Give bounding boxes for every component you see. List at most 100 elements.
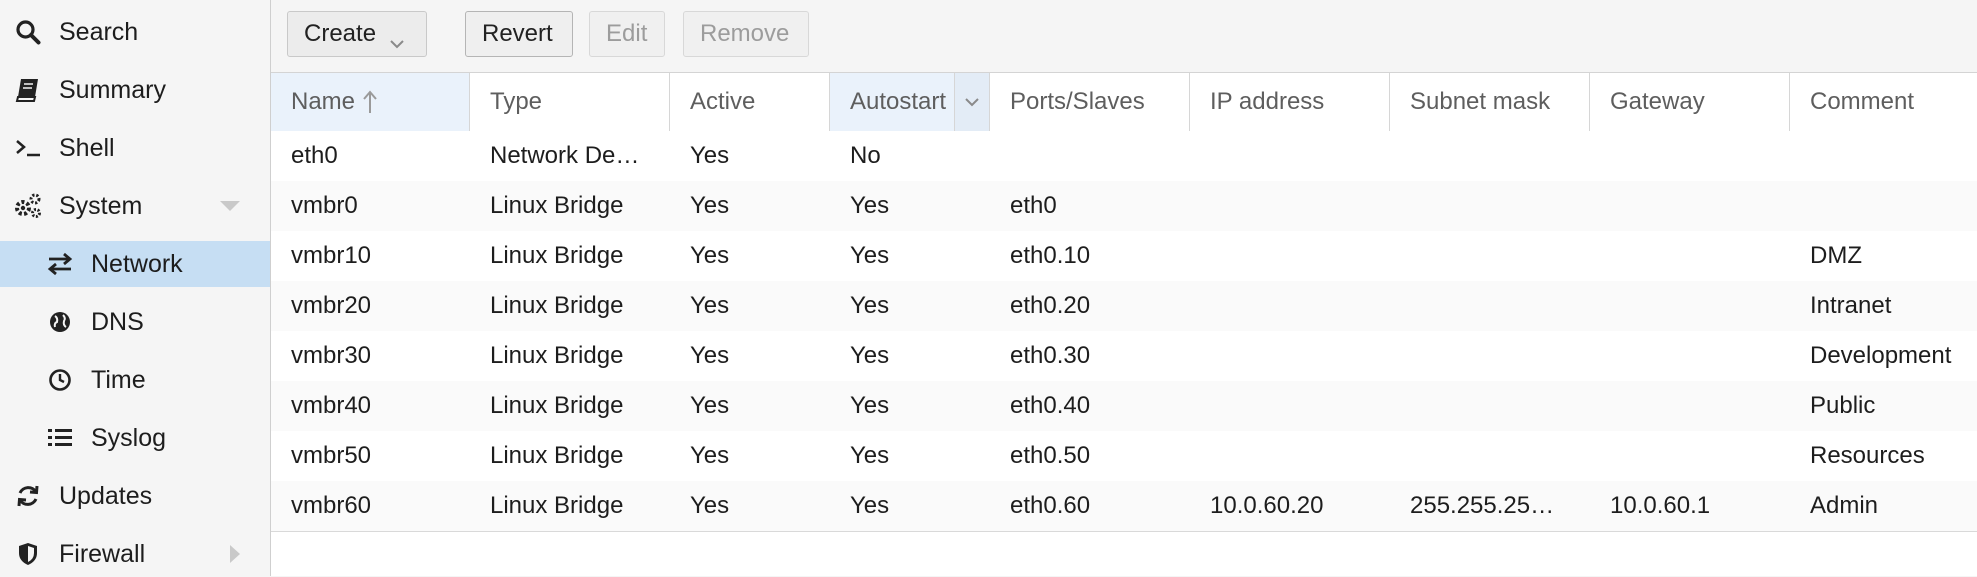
table-cell: Yes (690, 442, 730, 469)
table-cell: eth0.10 (1010, 242, 1091, 269)
column-header-label: Comment (1810, 88, 1915, 115)
table-row[interactable]: vmbr40 Linux Bridge Yes Yes eth0.40 Public (271, 381, 1977, 432)
sidebar-item-label: System (59, 191, 143, 220)
table-cell: vmbr10 (291, 242, 372, 269)
table-cell: 255.255.25… (1410, 492, 1555, 519)
revert-button[interactable]: Revert (465, 11, 573, 57)
table-cell: eth0 (291, 142, 338, 169)
table-row[interactable]: vmbr0 Linux Bridge Yes Yes eth0 (271, 181, 1977, 232)
column-header-name[interactable]: Name (271, 73, 470, 131)
table-cell: Yes (690, 392, 730, 419)
table-cell: 10.0.60.1 (1610, 492, 1711, 519)
table-cell: Yes (690, 342, 730, 369)
book-icon (13, 75, 43, 105)
sidebar-item-search[interactable]: Search (0, 9, 270, 55)
table-cell: Yes (850, 392, 890, 419)
sidebar-item-label: Summary (59, 75, 166, 104)
table-cell: eth0 (1010, 192, 1057, 219)
table-cell: Admin (1810, 492, 1879, 519)
table-cell (1590, 131, 1790, 181)
column-header-gateway[interactable]: Gateway (1590, 73, 1790, 131)
table-cell: Linux Bridge (490, 242, 624, 269)
app-window: Search Summary Shell System Network DNS … (0, 0, 1977, 576)
edit-button-label: Edit (606, 20, 648, 47)
table-row[interactable]: vmbr60 Linux Bridge Yes Yes eth0.60 10.0.60.2… (271, 481, 1977, 532)
table-cell: Intranet (1810, 292, 1892, 319)
column-header-label: Autostart (850, 88, 947, 115)
column-header-ip-address[interactable]: IP address (1190, 73, 1390, 131)
table-row[interactable]: vmbr10 Linux Bridge Yes Yes eth0.10 DMZ (271, 231, 1977, 282)
column-header-subnet-mask[interactable]: Subnet mask (1390, 73, 1590, 131)
table-cell (1390, 131, 1590, 181)
main-panel: Create Revert Edit Remove Name Type Acti… (271, 0, 1977, 576)
table-cell: Yes (850, 342, 890, 369)
sidebar-item-label: Updates (59, 481, 153, 510)
remove-button[interactable]: Remove (683, 11, 809, 57)
table-cell (1190, 431, 1390, 481)
terminal-icon (13, 133, 43, 163)
sidebar-item-shell[interactable]: Shell (0, 125, 270, 171)
table-cell (1390, 331, 1590, 381)
sidebar-item-updates[interactable]: Updates (0, 473, 270, 519)
table-cell: eth0.20 (1010, 292, 1091, 319)
table-cell: Yes (850, 442, 890, 469)
table-cell: Resources (1810, 442, 1925, 469)
sidebar-item-dns[interactable]: DNS (0, 299, 270, 345)
table-cell: Linux Bridge (490, 192, 624, 219)
table-cell: Yes (690, 242, 730, 269)
create-button-label: Create (304, 20, 377, 47)
table-row[interactable]: vmbr20 Linux Bridge Yes Yes eth0.20 Intranet (271, 281, 1977, 332)
table-cell: eth0.40 (1010, 392, 1091, 419)
search-icon (13, 17, 43, 47)
column-header-autostart[interactable]: Autostart (830, 73, 990, 131)
table-cell (1390, 181, 1590, 231)
table-cell (1390, 381, 1590, 431)
grid-header: Name Type Active Autostart Ports/Slaves … (271, 73, 1977, 132)
table-cell: vmbr40 (291, 392, 372, 419)
table-cell: eth0.50 (1010, 442, 1091, 469)
column-header-comment[interactable]: Comment (1790, 73, 1977, 131)
sidebar-item-label: Firewall (59, 539, 146, 568)
table-cell: Linux Bridge (490, 392, 624, 419)
column-header-label: Subnet mask (1410, 88, 1551, 115)
chevron-right-icon[interactable] (230, 545, 240, 563)
table-cell: vmbr0 (291, 192, 358, 219)
sidebar-item-summary[interactable]: Summary (0, 67, 270, 113)
table-cell: DMZ (1810, 242, 1862, 269)
table-cell: vmbr20 (291, 292, 372, 319)
table-cell (1190, 331, 1390, 381)
chevron-down-icon (965, 98, 979, 107)
table-cell (1190, 231, 1390, 281)
edit-button[interactable]: Edit (589, 11, 665, 57)
sidebar-item-firewall[interactable]: Firewall (0, 531, 270, 577)
exchange-icon (45, 249, 75, 279)
table-row[interactable]: vmbr50 Linux Bridge Yes Yes eth0.50 Resources (271, 431, 1977, 482)
chevron-down-icon[interactable] (220, 201, 240, 211)
column-menu-trigger[interactable] (954, 73, 989, 131)
table-cell: eth0.30 (1010, 342, 1091, 369)
create-button[interactable]: Create (287, 11, 427, 57)
table-row[interactable]: vmbr30 Linux Bridge Yes Yes eth0.30 Developme… (271, 331, 1977, 382)
column-header-active[interactable]: Active (670, 73, 830, 131)
column-header-label: Name (291, 88, 356, 115)
sidebar-item-label: Network (91, 249, 183, 278)
table-row[interactable]: eth0 Network De… Yes No (271, 131, 1977, 182)
sidebar-item-syslog[interactable]: Syslog (0, 415, 270, 461)
toolbar: Create Revert Edit Remove (271, 0, 1977, 73)
table-cell (1190, 381, 1390, 431)
column-header-type[interactable]: Type (470, 73, 670, 131)
table-cell (1390, 231, 1590, 281)
column-header-ports-slaves[interactable]: Ports/Slaves (990, 73, 1190, 131)
sidebar: Search Summary Shell System Network DNS … (0, 0, 271, 576)
table-cell: Linux Bridge (490, 292, 624, 319)
table-cell (1590, 431, 1790, 481)
table-cell: vmbr50 (291, 442, 372, 469)
table-cell: Yes (850, 292, 890, 319)
table-cell (1590, 181, 1790, 231)
sidebar-item-network[interactable]: Network (0, 241, 270, 287)
sort-ascending-icon (361, 89, 379, 115)
sidebar-item-system[interactable]: System (0, 183, 270, 229)
revert-button-label: Revert (482, 20, 553, 47)
table-cell: vmbr30 (291, 342, 372, 369)
sidebar-item-time[interactable]: Time (0, 357, 270, 403)
